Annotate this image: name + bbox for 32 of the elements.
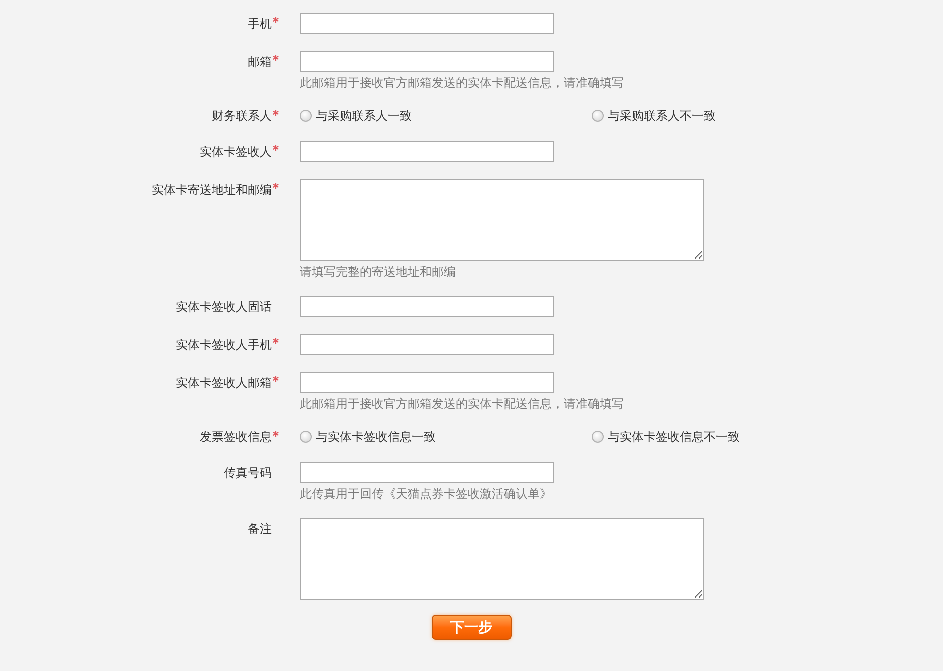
radio-button[interactable]	[592, 431, 604, 443]
field-hint: 此邮箱用于接收官方邮箱发送的实体卡配送信息，请准确填写	[300, 75, 624, 91]
text-input[interactable]	[300, 13, 554, 34]
field-label: 手机	[248, 17, 272, 31]
field-label: 实体卡签收人邮箱	[176, 376, 272, 390]
text-area[interactable]	[300, 518, 704, 600]
field-label: 实体卡签收人手机	[176, 338, 272, 352]
field-label: 备注	[248, 522, 272, 536]
text-input[interactable]	[300, 462, 554, 483]
radio-button[interactable]	[592, 110, 604, 122]
field-label: 实体卡签收人	[200, 145, 272, 159]
field-label: 传真号码	[224, 466, 272, 480]
text-area[interactable]	[300, 179, 704, 261]
radio-label[interactable]: 与采购联系人一致	[316, 107, 412, 125]
text-input[interactable]	[300, 334, 554, 355]
field-hint: 此邮箱用于接收官方邮箱发送的实体卡配送信息，请准确填写	[300, 396, 624, 412]
radio-button[interactable]	[300, 431, 312, 443]
field-label: 发票签收信息	[200, 430, 272, 444]
radio-label[interactable]: 与实体卡签收信息不一致	[608, 428, 740, 446]
text-input[interactable]	[300, 296, 554, 317]
field-hint: 请填写完整的寄送地址和邮编	[300, 264, 456, 280]
radio-button[interactable]	[300, 110, 312, 122]
field-label: 实体卡寄送地址和邮编	[152, 183, 272, 197]
text-input[interactable]	[300, 51, 554, 72]
radio-label[interactable]: 与实体卡签收信息一致	[316, 428, 436, 446]
field-label: 实体卡签收人固话	[176, 300, 272, 314]
field-hint: 此传真用于回传《天猫点券卡签收激活确认单》	[300, 486, 552, 502]
field-label: 财务联系人	[212, 109, 272, 123]
radio-label[interactable]: 与采购联系人不一致	[608, 107, 716, 125]
text-input[interactable]	[300, 141, 554, 162]
text-input[interactable]	[300, 372, 554, 393]
field-label: 邮箱	[248, 55, 272, 69]
